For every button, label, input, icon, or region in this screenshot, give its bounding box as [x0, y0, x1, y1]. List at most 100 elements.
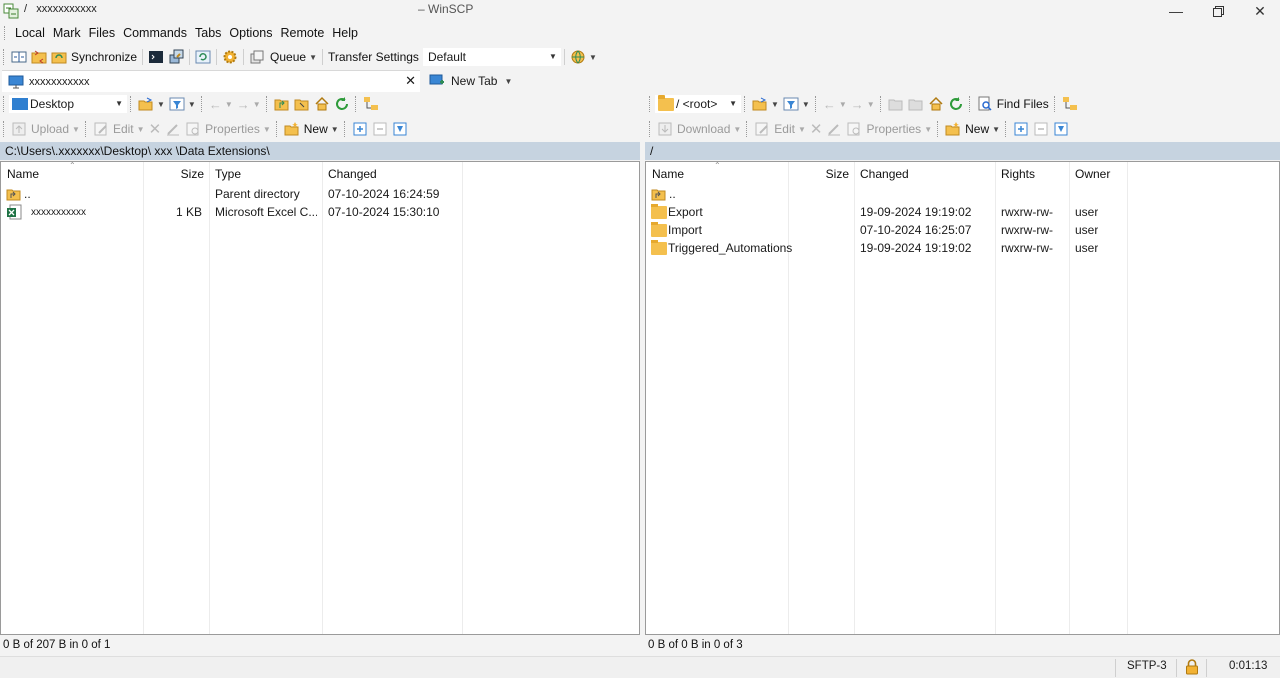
queue-button[interactable]: Queue ▼: [247, 47, 319, 67]
remote-path-bar[interactable]: /: [645, 142, 1280, 160]
close-tab-icon[interactable]: ✕: [405, 73, 416, 89]
folder-icon: [658, 94, 674, 111]
remote-parent-directory-button[interactable]: [886, 94, 906, 114]
open-putty-button[interactable]: [166, 47, 186, 67]
filter-icon: [169, 96, 185, 112]
column-header-changed[interactable]: Changed: [860, 162, 909, 186]
remote-root-directory-button[interactable]: [906, 94, 926, 114]
table-row[interactable]: ..: [646, 186, 1279, 204]
column-header-size[interactable]: Size: [788, 162, 849, 186]
compare-directories-button[interactable]: [9, 47, 29, 67]
remote-delete-button[interactable]: ✕: [808, 119, 825, 139]
chevron-down-icon: ▼: [771, 99, 779, 109]
remote-tree-button[interactable]: [1060, 94, 1080, 114]
column-header-owner[interactable]: Owner: [1075, 162, 1110, 186]
menu-mark[interactable]: Mark: [49, 26, 85, 40]
synchronize-button[interactable]: Synchronize: [49, 47, 139, 67]
tab-session[interactable]: xxxxxxxxxxx ✕: [2, 70, 420, 92]
close-window-button[interactable]: ✕: [1239, 0, 1280, 22]
main-toolbar: Synchronize Queue ▼ Transfer Settings De…: [0, 46, 599, 68]
delete-icon: ✕: [809, 121, 823, 138]
remote-location-select[interactable]: / <root> ▼: [655, 94, 741, 113]
remote-select-files-button[interactable]: [1011, 119, 1031, 139]
local-back-button[interactable]: ← ▼: [207, 94, 235, 114]
local-select-files-button[interactable]: [350, 119, 370, 139]
toolbar-grip: [744, 96, 747, 112]
remote-file-list[interactable]: ⌃ Name Size Changed Rights Owner .. Expo…: [645, 161, 1280, 635]
column-header-rights[interactable]: Rights: [1001, 162, 1035, 186]
transfer-settings-select[interactable]: Default ▼: [422, 48, 561, 66]
column-header-name[interactable]: Name: [7, 162, 39, 186]
find-files-button[interactable]: Find Files: [975, 94, 1051, 114]
local-edit-button[interactable]: Edit ▼: [91, 119, 147, 139]
lock-icon[interactable]: [1185, 659, 1199, 678]
remote-refresh-button[interactable]: [946, 94, 966, 114]
upload-button[interactable]: Upload ▼: [9, 119, 82, 139]
synchronize-browsing-button[interactable]: [29, 47, 49, 67]
remote-select-all-button[interactable]: [1051, 119, 1071, 139]
table-row[interactable]: .. Parent directory 07-10-2024 16:24:59: [1, 186, 639, 204]
remote-forward-button[interactable]: → ▼: [849, 94, 877, 114]
table-row[interactable]: Export 19-09-2024 19:19:02 rwxrw-rw- use…: [646, 204, 1279, 222]
column-header-name[interactable]: Name: [652, 162, 684, 186]
remote-new-button[interactable]: New ▼: [943, 119, 1002, 139]
status-divider: [1206, 659, 1207, 677]
remote-rename-button[interactable]: [824, 119, 844, 139]
column-header-size[interactable]: Size: [143, 162, 204, 186]
chevron-down-icon: ▼: [588, 52, 597, 62]
local-file-list[interactable]: ⌃ Name Size Type Changed .. Parent direc…: [0, 161, 640, 635]
remote-home-button[interactable]: [926, 94, 946, 114]
restore-button[interactable]: [1197, 0, 1239, 22]
local-root-directory-button[interactable]: [292, 94, 312, 114]
local-refresh-button[interactable]: [332, 94, 352, 114]
menu-help[interactable]: Help: [328, 26, 362, 40]
minimize-button[interactable]: —: [1155, 0, 1197, 22]
local-properties-button[interactable]: Properties ▼: [183, 119, 273, 139]
remote-unselect-files-button[interactable]: [1031, 119, 1051, 139]
local-location-select[interactable]: Desktop ▼: [9, 95, 127, 113]
local-home-button[interactable]: [312, 94, 332, 114]
column-header-changed[interactable]: Changed: [328, 162, 377, 186]
table-row[interactable]: xxxxxxxxxxx 1 KB Microsoft Excel C... 07…: [1, 204, 639, 222]
sessions-button[interactable]: ▼: [568, 47, 599, 67]
menu-tabs[interactable]: Tabs: [191, 26, 225, 40]
preferences-button[interactable]: [220, 47, 240, 67]
remote-back-button[interactable]: ← ▼: [821, 94, 849, 114]
local-tree-button[interactable]: [361, 94, 381, 114]
open-folder-icon: [752, 96, 768, 112]
local-rename-button[interactable]: [163, 119, 183, 139]
column-header-type[interactable]: Type: [215, 162, 241, 186]
chevron-down-icon: ▼: [992, 124, 1001, 134]
refresh-toolbar-button[interactable]: [193, 47, 213, 67]
menu-remote[interactable]: Remote: [277, 26, 329, 40]
menu-local[interactable]: Local: [11, 26, 49, 40]
new-folder-icon: [945, 121, 961, 137]
toolbar-grip: [343, 121, 347, 137]
elapsed-time: 0:01:13: [1229, 660, 1268, 672]
remote-open-directory-button[interactable]: ▼: [750, 94, 781, 114]
open-terminal-button[interactable]: [146, 47, 166, 67]
tab-new[interactable]: New Tab ▼: [426, 70, 518, 92]
download-button[interactable]: Download ▼: [655, 119, 743, 139]
table-row[interactable]: Triggered_Automations 19-09-2024 19:19:0…: [646, 240, 1279, 258]
table-row[interactable]: Import 07-10-2024 16:25:07 rwxrw-rw- use…: [646, 222, 1279, 240]
local-new-button[interactable]: New ▼: [282, 119, 341, 139]
local-filter-button[interactable]: ▼: [167, 94, 198, 114]
remote-filter-button[interactable]: ▼: [781, 94, 812, 114]
remote-properties-button[interactable]: Properties ▼: [844, 119, 934, 139]
menu-commands[interactable]: Commands: [119, 26, 191, 40]
local-path-bar[interactable]: C:\Users\.xxxxxxx\Desktop\ xxx \Data Ext…: [0, 142, 640, 160]
chevron-down-icon: ▼: [252, 99, 261, 109]
local-forward-button[interactable]: → ▼: [235, 94, 263, 114]
local-parent-directory-button[interactable]: [272, 94, 292, 114]
local-unselect-files-button[interactable]: [370, 119, 390, 139]
remote-edit-button[interactable]: Edit ▼: [752, 119, 808, 139]
local-open-directory-button[interactable]: ▼: [136, 94, 167, 114]
minus-icon: [1033, 121, 1049, 137]
local-select-all-button[interactable]: [390, 119, 410, 139]
local-delete-button[interactable]: ✕: [147, 119, 164, 139]
select-all-icon: [392, 121, 408, 137]
menu-files[interactable]: Files: [85, 26, 119, 40]
toolbar-grip: [3, 121, 6, 137]
menu-options[interactable]: Options: [225, 26, 276, 40]
